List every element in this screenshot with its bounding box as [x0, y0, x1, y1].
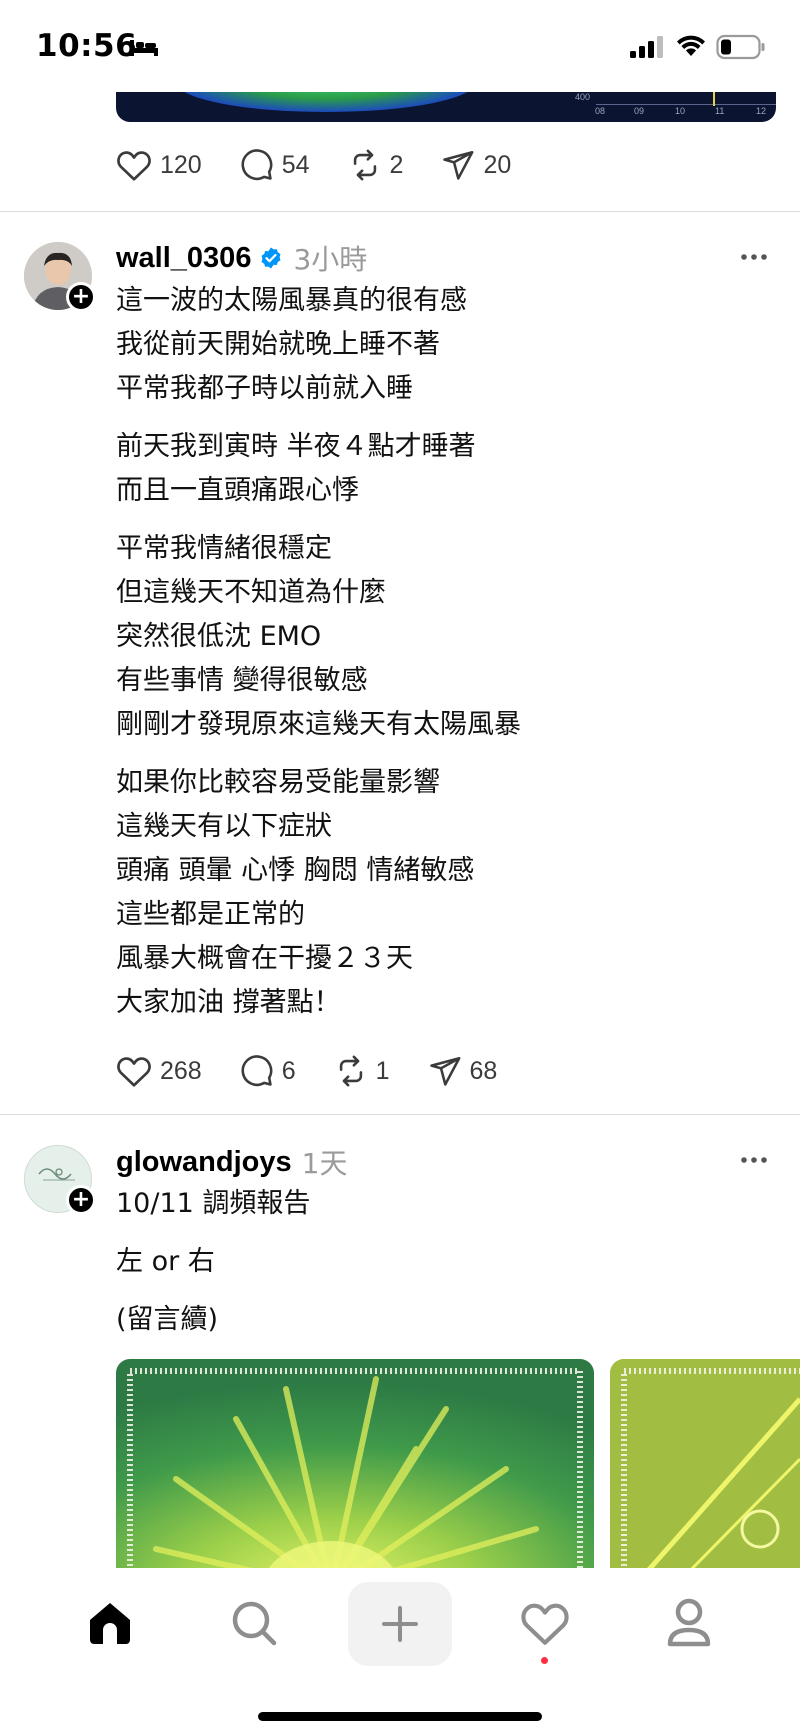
text-line: 這幾天有以下症狀 [116, 811, 332, 842]
chart-x-tick: 12 [756, 106, 767, 116]
text-line: 頭痛 頭暈 心悸 胸悶 情緒敏感 [116, 855, 475, 886]
comment-icon [241, 149, 273, 181]
post-text: 10/11 調頻報告 左 or 右 (留言續) [116, 1182, 776, 1356]
text-line: 這一波的太陽風暴真的很有感 [116, 285, 467, 316]
comment-count: 6 [281, 1056, 296, 1085]
text-line: 而且一直頭痛跟心悸 [116, 475, 359, 506]
heart-icon [117, 1057, 151, 1087]
more-options-icon[interactable] [740, 246, 768, 268]
bed-icon [130, 40, 158, 56]
home-indicator[interactable] [258, 1712, 542, 1721]
text-line: 如果你比較容易受能量影響 [116, 767, 440, 798]
chart-x-tick: 09 [634, 106, 645, 116]
paragraph: 左 or 右 [116, 1240, 776, 1284]
cellular-signal-icon [630, 36, 663, 58]
follow-plus-icon[interactable]: + [66, 282, 96, 312]
more-options-icon[interactable] [740, 1149, 768, 1171]
post-image[interactable] [116, 1359, 594, 1591]
like-button[interactable]: 268 [116, 1054, 202, 1088]
username[interactable]: wall_0306 [116, 242, 251, 275]
paragraph: (留言續) [116, 1298, 776, 1342]
send-icon [443, 150, 474, 180]
repost-count: 2 [389, 150, 404, 179]
verified-badge-icon [261, 247, 281, 269]
repost-button[interactable]: 1 [334, 1054, 390, 1088]
aurora-map-fragment [176, 92, 476, 112]
post-header: wall_0306 3小時 [116, 238, 367, 278]
username[interactable]: glowandjoys [116, 1146, 292, 1179]
activity-heart-icon[interactable] [520, 1600, 570, 1646]
send-icon [429, 1056, 460, 1086]
previous-post-image[interactable]: 400 08 09 10 11 12 13 14 [116, 92, 776, 122]
chart-fragment: 400 08 09 10 11 12 13 14 [481, 92, 776, 122]
post-timestamp: 1天 [301, 1147, 348, 1180]
bottom-navigation [0, 1568, 800, 1731]
like-button[interactable]: 120 [116, 148, 202, 182]
status-time: 10:56 [36, 28, 138, 64]
text-line: 這些都是正常的 [116, 899, 305, 930]
text-line: 10/11 調頻報告 [116, 1188, 311, 1219]
share-button[interactable]: 20 [441, 148, 511, 182]
paragraph: 這一波的太陽風暴真的很有感 我從前天開始就晚上睡不著 平常我都子時以前就入睡 [116, 279, 776, 411]
profile-icon[interactable] [666, 1598, 712, 1648]
post-header: glowandjoys 1天 [116, 1142, 347, 1182]
text-line: 前天我到寅時 半夜４點才睡著 [116, 431, 476, 462]
paragraph: 平常我情緒很穩定 但這幾天不知道為什麼 突然很低沈 EMO 有些事情 變得很敏感… [116, 527, 776, 747]
comment-icon [241, 1055, 273, 1087]
tarot-artwork-image [116, 1359, 594, 1591]
post-divider [0, 211, 800, 212]
text-line: 但這幾天不知道為什麼 [116, 577, 386, 608]
repost-count: 1 [375, 1056, 390, 1085]
comment-button[interactable]: 54 [240, 148, 310, 182]
text-line: 風暴大概會在干擾２３天 [116, 943, 413, 974]
paragraph: 如果你比較容易受能量影響 這幾天有以下症狀 頭痛 頭暈 心悸 胸悶 情緒敏感 這… [116, 761, 776, 1025]
text-line: 剛剛才發現原來這幾天有太陽風暴 [116, 709, 521, 740]
feed: 400 08 09 10 11 12 13 14 120 54 2 20 [0, 0, 800, 1731]
paragraph: 10/11 調頻報告 [116, 1182, 776, 1226]
share-button[interactable]: 68 [428, 1054, 498, 1088]
post-actions: 268 6 1 68 [116, 1054, 535, 1088]
comment-button[interactable]: 6 [240, 1054, 296, 1088]
paragraph: 前天我到寅時 半夜４點才睡著 而且一直頭痛跟心悸 [116, 425, 776, 513]
status-bar: 10:56 [0, 0, 800, 92]
comment-count: 54 [281, 150, 310, 179]
text-line: 我從前天開始就晚上睡不著 [116, 329, 440, 360]
post-text: 這一波的太陽風暴真的很有感 我從前天開始就晚上睡不著 平常我都子時以前就入睡 前… [116, 279, 776, 1039]
chart-baseline [596, 104, 776, 105]
text-line: 平常我都子時以前就入睡 [116, 373, 413, 404]
search-icon[interactable] [230, 1599, 278, 1647]
chart-x-tick: 11 [715, 106, 725, 116]
post-timestamp: 3小時 [293, 243, 368, 276]
post-image[interactable] [610, 1359, 800, 1591]
text-line: (留言續) [116, 1304, 219, 1335]
battery-icon [716, 34, 765, 60]
notification-dot [541, 1657, 548, 1664]
wifi-icon [677, 35, 705, 56]
repost-icon [353, 149, 376, 181]
share-count: 20 [483, 150, 512, 179]
repost-button[interactable]: 2 [348, 148, 404, 182]
new-post-icon [382, 1606, 418, 1642]
like-count: 120 [160, 150, 202, 179]
heart-icon [117, 151, 151, 181]
text-line: 左 or 右 [116, 1246, 215, 1277]
chart-y-label: 400 [575, 92, 591, 102]
share-count: 68 [469, 1056, 498, 1085]
home-icon[interactable] [86, 1600, 134, 1646]
post-divider [0, 1114, 800, 1115]
tarot-artwork-image [610, 1359, 800, 1591]
follow-plus-icon[interactable]: + [66, 1185, 96, 1215]
chart-x-tick: 08 [595, 106, 606, 116]
chart-marker [713, 92, 715, 106]
previous-post-actions: 120 54 2 20 [116, 148, 549, 182]
text-line: 有些事情 變得很敏感 [116, 665, 368, 696]
text-line: 突然很低沈 EMO [116, 621, 322, 652]
like-count: 268 [160, 1056, 202, 1085]
repost-icon [339, 1055, 362, 1087]
text-line: 大家加油 撐著點！ [116, 987, 341, 1018]
new-post-button[interactable] [348, 1582, 452, 1666]
text-line: 平常我情緒很穩定 [116, 533, 332, 564]
chart-x-tick: 10 [675, 106, 686, 116]
